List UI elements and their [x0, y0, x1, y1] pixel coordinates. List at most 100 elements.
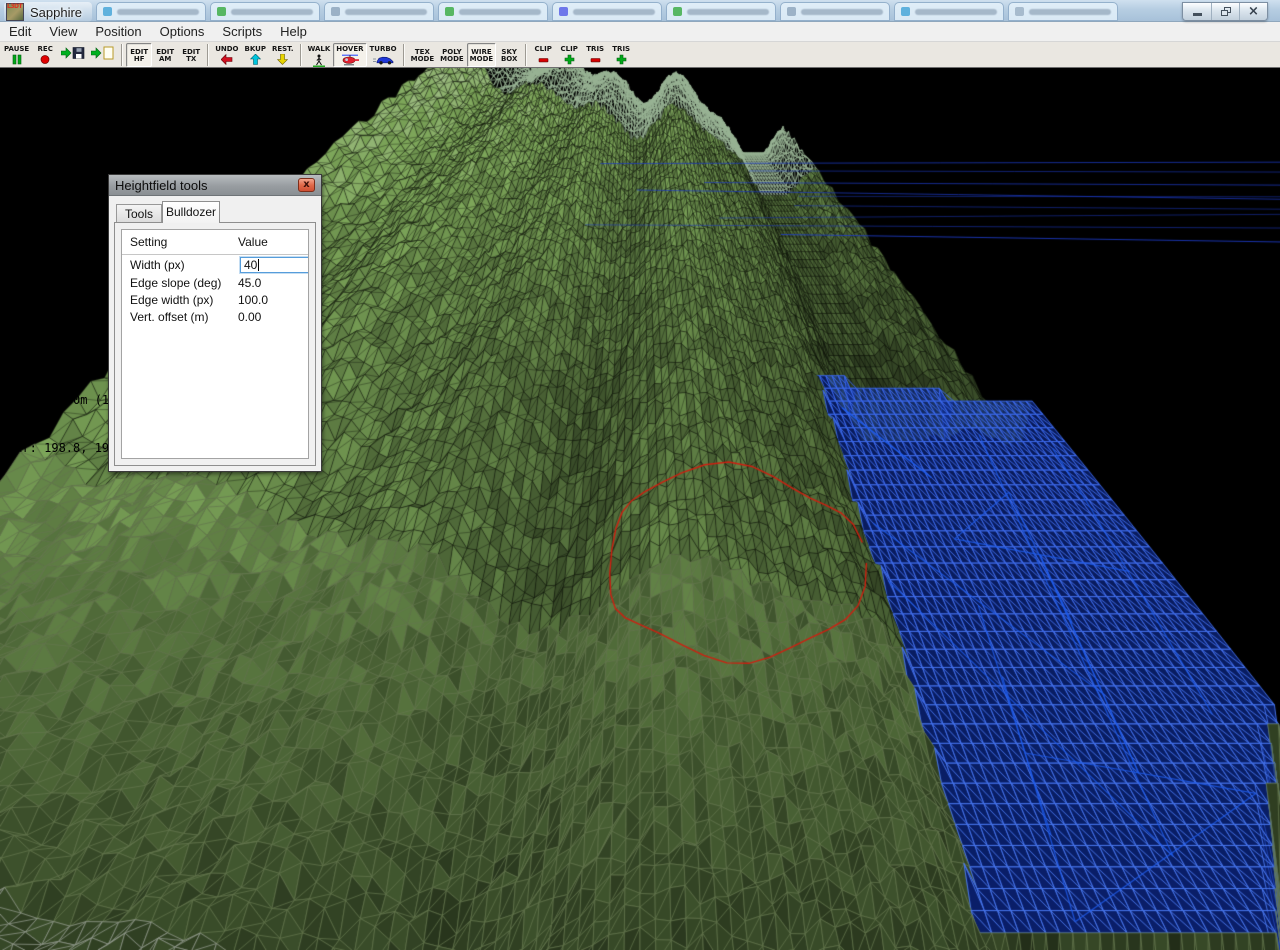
- window-title: Sapphire: [30, 5, 82, 20]
- tris-plus-icon: [616, 54, 627, 66]
- new-file-button[interactable]: [88, 43, 118, 67]
- background-tab[interactable]: [1008, 2, 1118, 21]
- tab-blurred-text: [687, 9, 769, 15]
- background-tab[interactable]: [894, 2, 1004, 21]
- window-titlebar[interactable]: L3DT Sapphire ×: [0, 0, 1280, 22]
- restore-button[interactable]: [1211, 3, 1239, 20]
- background-window-tabs: [96, 2, 1118, 21]
- background-tab[interactable]: [552, 2, 662, 21]
- tab-blurred-text: [231, 9, 313, 15]
- setting-row-vert-offset[interactable]: Vert. offset (m) 0.00: [122, 308, 308, 325]
- clip-minus-icon: [538, 54, 549, 66]
- save-button[interactable]: [58, 43, 88, 67]
- backup-button[interactable]: BKUP: [242, 43, 269, 67]
- menu-options[interactable]: Options: [151, 22, 214, 42]
- settings-table: Setting Value Width (px) 40 Edge slope (…: [121, 229, 309, 459]
- undo-arrow-icon: [221, 54, 233, 66]
- tris-decrease-button[interactable]: TRIS: [582, 43, 608, 67]
- minimize-button[interactable]: [1183, 3, 1211, 20]
- close-icon: ×: [1248, 5, 1259, 18]
- turbo-mode-button[interactable]: TURBO: [367, 43, 400, 67]
- heightfield-tools-dialog: Heightfield tools x Tools Bulldozer Sett…: [108, 174, 322, 472]
- column-value: Value: [234, 235, 308, 249]
- toolbar-separator: [403, 44, 405, 66]
- clip-increase-button[interactable]: CLIP: [556, 43, 582, 67]
- dialog-close-icon: x: [303, 180, 309, 190]
- close-button[interactable]: ×: [1239, 3, 1267, 20]
- tab-bulldozer[interactable]: Bulldozer: [162, 201, 220, 223]
- menu-scripts[interactable]: Scripts: [213, 22, 271, 42]
- tab-favicon-icon: [673, 7, 682, 16]
- hud-pos: pos: 95, 52: [8, 104, 246, 120]
- tab-favicon-icon: [1015, 7, 1024, 16]
- toolbar-separator: [121, 44, 123, 66]
- background-tab[interactable]: [666, 2, 776, 21]
- toolbar-separator: [525, 44, 527, 66]
- tab-blurred-text: [117, 9, 199, 15]
- hud-alt: alt: 1100.0m (+682.7m) - hovering: [8, 152, 246, 168]
- tris-increase-button[interactable]: TRIS: [608, 43, 634, 67]
- background-tab[interactable]: [210, 2, 320, 21]
- l3dt-app-icon: L3DT: [6, 3, 24, 21]
- tex-mode-button[interactable]: TEX MODE: [408, 43, 438, 67]
- tab-blurred-text: [345, 9, 427, 15]
- record-button[interactable]: REC: [32, 43, 58, 67]
- toolbar-separator: [300, 44, 302, 66]
- minimize-icon: [1193, 13, 1202, 16]
- menu-position[interactable]: Position: [86, 22, 150, 42]
- toolbar-separator: [207, 44, 209, 66]
- wire-mode-button[interactable]: WIRE MODE: [467, 43, 497, 67]
- bulldozer-tab-page: Setting Value Width (px) 40 Edge slope (…: [114, 222, 316, 466]
- restore-icon: [1221, 7, 1231, 16]
- setting-row-width[interactable]: Width (px) 40: [122, 255, 308, 274]
- walk-icon: [312, 54, 326, 67]
- undo-button[interactable]: UNDO: [212, 43, 241, 67]
- column-setting: Setting: [122, 235, 234, 249]
- tab-tools[interactable]: Tools: [116, 204, 162, 223]
- edit-tx-button[interactable]: EDIT TX: [178, 43, 204, 67]
- tab-blurred-text: [1029, 9, 1111, 15]
- menu-edit[interactable]: Edit: [0, 22, 40, 42]
- tab-blurred-text: [459, 9, 541, 15]
- hover-helicopter-icon: [340, 54, 360, 66]
- menu-bar: Edit View Position Options Scripts Help: [0, 22, 1280, 42]
- tab-favicon-icon: [787, 7, 796, 16]
- menu-help[interactable]: Help: [271, 22, 316, 42]
- pause-button[interactable]: PAUSE: [1, 43, 32, 67]
- clip-decrease-button[interactable]: CLIP: [530, 43, 556, 67]
- dialog-title: Heightfield tools: [115, 178, 298, 193]
- dialog-titlebar[interactable]: Heightfield tools x: [109, 175, 321, 196]
- setting-row-edge-width[interactable]: Edge width (px) 100.0: [122, 291, 308, 308]
- new-file-icon: [91, 47, 115, 60]
- background-tab[interactable]: [438, 2, 548, 21]
- sky-box-button[interactable]: SKY BOX: [496, 43, 522, 67]
- text-caret: [258, 259, 259, 271]
- hover-mode-button[interactable]: HOVER: [333, 43, 366, 67]
- edit-am-button[interactable]: EDIT AM: [152, 43, 178, 67]
- walk-mode-button[interactable]: WALK: [305, 43, 334, 67]
- app-caption: L3DT Sapphire: [4, 2, 92, 22]
- clip-plus-icon: [564, 54, 575, 66]
- tab-blurred-text: [915, 9, 997, 15]
- save-icon: [61, 47, 85, 60]
- tab-favicon-icon: [331, 7, 340, 16]
- dialog-close-button[interactable]: x: [298, 178, 315, 192]
- menu-view[interactable]: View: [40, 22, 86, 42]
- turbo-car-icon: [373, 54, 394, 66]
- setting-row-edge-slope[interactable]: Edge slope (deg) 45.0: [122, 274, 308, 291]
- tris-minus-icon: [590, 54, 601, 66]
- background-tab[interactable]: [96, 2, 206, 21]
- background-tab[interactable]: [780, 2, 890, 21]
- width-value-input[interactable]: 40: [240, 257, 309, 273]
- restore-arrow-icon: [277, 54, 288, 66]
- record-icon: [39, 54, 51, 66]
- background-tab[interactable]: [324, 2, 434, 21]
- toolbar: PAUSE REC EDIT HF EDIT AM EDIT TX UNDO B…: [0, 42, 1280, 68]
- edit-hf-button[interactable]: EDIT HF: [126, 43, 152, 67]
- backup-arrow-icon: [250, 54, 261, 66]
- restore-button-toolbar[interactable]: REST.: [269, 43, 297, 67]
- tab-favicon-icon: [217, 7, 226, 16]
- poly-mode-button[interactable]: POLY MODE: [437, 43, 467, 67]
- tab-favicon-icon: [445, 7, 454, 16]
- tab-favicon-icon: [103, 7, 112, 16]
